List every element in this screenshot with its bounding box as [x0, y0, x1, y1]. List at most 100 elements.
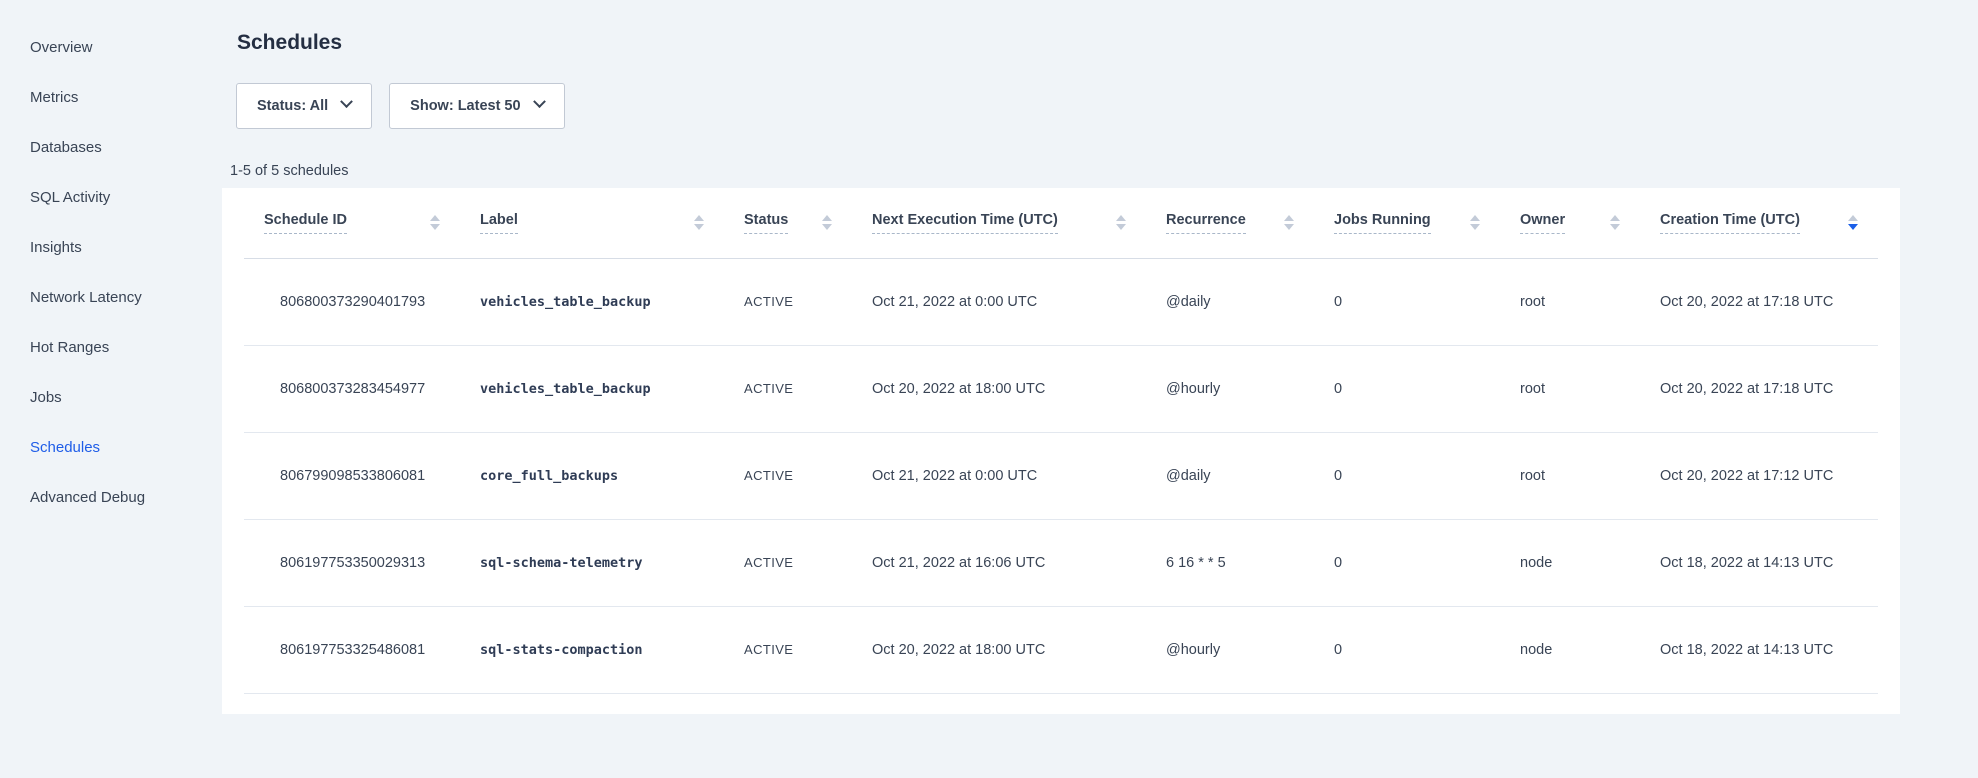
column-header-label: Next Execution Time (UTC)	[872, 212, 1058, 234]
sidebar-item[interactable]: Jobs	[0, 372, 222, 422]
schedule-row: 806197753350029313 sql-schema-telemetry …	[244, 519, 1878, 606]
cell-next-execution: Oct 21, 2022 at 0:00 UTC	[852, 258, 1146, 345]
sort-desc-icon	[430, 224, 440, 230]
sort-asc-icon	[1848, 215, 1858, 221]
cell-jobs-running: 0	[1314, 432, 1500, 519]
cell-next-execution: Oct 20, 2022 at 18:00 UTC	[852, 606, 1146, 693]
schedule-row: 806799098533806081 core_full_backups ACT…	[244, 432, 1878, 519]
cell-label: vehicles_table_backup	[460, 258, 724, 345]
cell-owner: node	[1500, 606, 1640, 693]
cell-recurrence: @hourly	[1146, 606, 1314, 693]
cell-recurrence: 6 16 * * 5	[1146, 519, 1314, 606]
sort-asc-icon	[822, 215, 832, 221]
sort-arrows-icon	[682, 215, 704, 230]
schedule-row: 806197753325486081 sql-stats-compaction …	[244, 606, 1878, 693]
table-header-row: Schedule ID Label	[244, 188, 1878, 258]
sidebar-item[interactable]: Schedules	[0, 422, 222, 472]
sort-arrows-icon	[1104, 215, 1126, 230]
sort-arrows-icon	[1272, 215, 1294, 230]
sort-asc-icon	[1284, 215, 1294, 221]
status-filter-label: Status: All	[257, 98, 328, 114]
cell-schedule-id: 806197753350029313	[244, 519, 460, 606]
sort-arrows-icon	[1598, 215, 1620, 230]
status-filter-dropdown[interactable]: Status: All	[236, 83, 372, 129]
column-header[interactable]: Label	[460, 188, 724, 258]
column-header[interactable]: Jobs Running	[1314, 188, 1500, 258]
show-filter-label: Show: Latest 50	[410, 98, 520, 114]
cell-creation-time: Oct 18, 2022 at 14:13 UTC	[1640, 606, 1878, 693]
cell-label: sql-stats-compaction	[460, 606, 724, 693]
column-header[interactable]: Recurrence	[1146, 188, 1314, 258]
schedules-table: Schedule ID Label	[244, 188, 1878, 694]
results-count: 1-5 of 5 schedules	[230, 162, 1978, 180]
cell-status: ACTIVE	[724, 258, 852, 345]
sidebar-item[interactable]: Network Latency	[0, 272, 222, 322]
cell-creation-time: Oct 20, 2022 at 17:18 UTC	[1640, 345, 1878, 432]
cell-creation-time: Oct 20, 2022 at 17:18 UTC	[1640, 258, 1878, 345]
cell-owner: root	[1500, 345, 1640, 432]
cell-status: ACTIVE	[724, 519, 852, 606]
sort-asc-icon	[1610, 215, 1620, 221]
sort-desc-icon	[1848, 224, 1858, 230]
sort-asc-icon	[1470, 215, 1480, 221]
column-header[interactable]: Next Execution Time (UTC)	[852, 188, 1146, 258]
cell-schedule-id: 806800373283454977	[244, 345, 460, 432]
cell-jobs-running: 0	[1314, 345, 1500, 432]
sort-desc-icon	[822, 224, 832, 230]
sort-desc-icon	[1116, 224, 1126, 230]
cell-creation-time: Oct 20, 2022 at 17:12 UTC	[1640, 432, 1878, 519]
cell-owner: root	[1500, 258, 1640, 345]
sidebar-item[interactable]: Advanced Debug	[0, 472, 222, 522]
chevron-down-icon	[533, 95, 546, 108]
sidebar-item[interactable]: Databases	[0, 122, 222, 172]
sidebar-item[interactable]: Hot Ranges	[0, 322, 222, 372]
sort-asc-icon	[694, 215, 704, 221]
cell-schedule-id: 806799098533806081	[244, 432, 460, 519]
cell-label: core_full_backups	[460, 432, 724, 519]
sidebar-item[interactable]: SQL Activity	[0, 172, 222, 222]
cell-label: vehicles_table_backup	[460, 345, 724, 432]
column-header[interactable]: Status	[724, 188, 852, 258]
column-header[interactable]: Schedule ID	[244, 188, 460, 258]
cell-next-execution: Oct 20, 2022 at 18:00 UTC	[852, 345, 1146, 432]
filter-bar: Status: All Show: Latest 50	[236, 83, 1978, 129]
schedule-row: 806800373283454977 vehicles_table_backup…	[244, 345, 1878, 432]
cell-next-execution: Oct 21, 2022 at 16:06 UTC	[852, 519, 1146, 606]
cell-owner: node	[1500, 519, 1640, 606]
sort-desc-icon	[694, 224, 704, 230]
sort-arrows-icon	[1458, 215, 1480, 230]
table-body: 806800373290401793 vehicles_table_backup…	[244, 258, 1878, 693]
cell-recurrence: @daily	[1146, 258, 1314, 345]
chevron-down-icon	[340, 95, 353, 108]
sort-arrows-icon	[810, 215, 832, 230]
main-content: Schedules Status: All Show: Latest 50 1-…	[222, 0, 1978, 778]
cell-owner: root	[1500, 432, 1640, 519]
cell-creation-time: Oct 18, 2022 at 14:13 UTC	[1640, 519, 1878, 606]
column-header[interactable]: Owner	[1500, 188, 1640, 258]
cell-jobs-running: 0	[1314, 258, 1500, 345]
schedules-table-card: Schedule ID Label	[222, 188, 1900, 714]
cell-status: ACTIVE	[724, 345, 852, 432]
sort-desc-icon	[1470, 224, 1480, 230]
cell-recurrence: @hourly	[1146, 345, 1314, 432]
column-header-label: Owner	[1520, 212, 1565, 234]
cell-label: sql-schema-telemetry	[460, 519, 724, 606]
column-header[interactable]: Creation Time (UTC)	[1640, 188, 1878, 258]
sidebar-item[interactable]: Overview	[0, 22, 222, 72]
cell-jobs-running: 0	[1314, 606, 1500, 693]
column-header-label: Status	[744, 212, 788, 234]
show-filter-dropdown[interactable]: Show: Latest 50	[389, 83, 564, 129]
sort-arrows-icon	[418, 215, 440, 230]
page-title: Schedules	[237, 30, 1978, 56]
column-header-label: Jobs Running	[1334, 212, 1431, 234]
sort-arrows-icon	[1836, 215, 1858, 230]
sort-desc-icon	[1284, 224, 1294, 230]
cell-schedule-id: 806197753325486081	[244, 606, 460, 693]
schedule-row: 806800373290401793 vehicles_table_backup…	[244, 258, 1878, 345]
sidebar: Overview Metrics Databases SQL Activity …	[0, 0, 222, 778]
sidebar-item[interactable]: Metrics	[0, 72, 222, 122]
column-header-label: Label	[480, 212, 518, 234]
sidebar-item[interactable]: Insights	[0, 222, 222, 272]
column-header-label: Recurrence	[1166, 212, 1246, 234]
sort-desc-icon	[1610, 224, 1620, 230]
